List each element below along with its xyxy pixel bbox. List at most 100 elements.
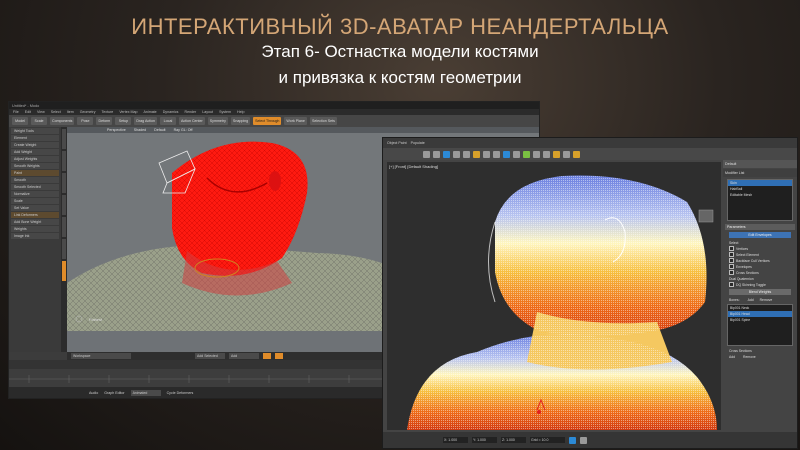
auto-key-icon[interactable] (569, 436, 576, 444)
smooth-selected-tool[interactable]: Smooth Selected (11, 184, 59, 190)
dq-skinning-checkbox[interactable] (729, 282, 734, 287)
snap-icon[interactable] (473, 150, 480, 158)
vertical-tab-1[interactable] (62, 129, 66, 149)
menu-view[interactable]: View (37, 110, 45, 114)
bones-list[interactable]: Bip001 Neck Bip001 Head Bip001 Spine (727, 304, 793, 346)
backface-checkbox[interactable] (729, 258, 734, 263)
dq-skinning-row[interactable]: DQ Skinning Toggle (729, 282, 791, 287)
ribbon-object-paint[interactable]: Object Paint (387, 141, 407, 145)
menu-layout[interactable]: Layout (202, 110, 213, 114)
schematic-icon[interactable] (543, 150, 550, 158)
work-plane-button[interactable]: Work Plane (284, 117, 307, 125)
z-coordinate-field[interactable]: Z: 1.000 (501, 437, 526, 443)
edit-envelopes-button[interactable]: Edit Envelopes (729, 232, 791, 238)
mirror-icon[interactable] (503, 150, 510, 158)
smooth-tool[interactable]: Smooth (11, 177, 59, 183)
scale-icon[interactable] (463, 150, 470, 158)
action-center-button[interactable]: Action Center (178, 117, 205, 125)
orange-toggle-1[interactable] (263, 353, 271, 359)
max-viewport[interactable]: [+] [Front] [Default Shading] (387, 162, 721, 430)
create-weight-tool[interactable]: Create Weight (11, 142, 59, 148)
vertices-row[interactable]: Vertices (729, 246, 791, 251)
drag-action-button[interactable]: Drag Action (134, 117, 157, 125)
vertical-tab-4[interactable] (62, 195, 66, 215)
vertices-checkbox[interactable] (729, 246, 734, 251)
menu-dynamics[interactable]: Dynamics (163, 110, 179, 114)
render-setup-icon[interactable] (563, 150, 570, 158)
vertical-tab-5[interactable] (62, 217, 66, 237)
move-icon[interactable] (443, 150, 450, 158)
select-element-row[interactable]: Select Element (729, 252, 791, 257)
vertical-tab-2[interactable] (62, 151, 66, 171)
ribbon-populate[interactable]: Populate (411, 141, 425, 145)
local-button[interactable]: Local (159, 117, 176, 125)
backface-row[interactable]: Backface Cull Vertices (729, 258, 791, 263)
menu-texture[interactable]: Texture (102, 110, 114, 114)
bone-item-spine[interactable]: Bip001 Spine (728, 317, 792, 323)
cs-add-button[interactable]: Add (729, 355, 735, 359)
setup-button[interactable]: Setup (115, 117, 132, 125)
cross-sections-row[interactable]: Cross Sections (729, 270, 791, 275)
menu-render[interactable]: Render (184, 110, 196, 114)
menu-geometry[interactable]: Geometry (80, 110, 96, 114)
remove-bone-button[interactable]: Remove (760, 298, 773, 302)
vertical-tab-weights[interactable] (62, 261, 66, 281)
viewport-style[interactable]: Default (154, 128, 165, 132)
select-through-button[interactable]: Select Through (253, 117, 282, 125)
envelopes-checkbox[interactable] (729, 264, 734, 269)
stack-item-editable-mesh[interactable]: Editable Mesh (728, 192, 792, 198)
modifier-list-dropdown[interactable]: Modifier List (723, 169, 797, 177)
pose-button[interactable]: Pose (77, 117, 94, 125)
model-button[interactable]: Model (12, 117, 28, 125)
modifier-stack[interactable]: Skin HairBall Editable Mesh (727, 179, 793, 221)
deform-button[interactable]: Deform (96, 117, 113, 125)
smooth-weights-tool[interactable]: Smooth Weights (11, 163, 59, 169)
adjust-weights-tool[interactable]: Adjust Weights (11, 156, 59, 162)
add-weight-tool[interactable]: Add Weight (11, 149, 59, 155)
element-tool[interactable]: Element (11, 135, 59, 141)
selection-sets-button[interactable]: Selection Sets (309, 117, 337, 125)
snapping-button[interactable]: Snapping (230, 117, 251, 125)
rotate-icon[interactable] (453, 150, 460, 158)
select-element-checkbox[interactable] (729, 252, 734, 257)
vertical-tab-6[interactable] (62, 239, 66, 259)
menu-system[interactable]: System (219, 110, 231, 114)
menu-item[interactable]: Item (67, 110, 74, 114)
set-value-tool[interactable]: Set Value (11, 205, 59, 211)
object-name-field[interactable]: Default (723, 160, 797, 168)
y-coordinate-field[interactable]: Y: 1.000 (472, 437, 497, 443)
select-icon[interactable] (423, 150, 430, 158)
viewport-shading[interactable]: Shaded (134, 128, 146, 132)
add-bone-weight-tool[interactable]: Add Bone Weight (11, 219, 59, 225)
angle-snap-icon[interactable] (483, 150, 490, 158)
set-key-icon[interactable] (580, 436, 587, 444)
layer-icon[interactable] (523, 150, 530, 158)
menu-animate[interactable]: Animate (144, 110, 157, 114)
x-coordinate-field[interactable]: X: 1.000 (443, 437, 468, 443)
envelopes-row[interactable]: Envelopes (729, 264, 791, 269)
symmetry-button[interactable]: Symmetry (207, 117, 228, 125)
parameters-rollout[interactable]: Parameters (725, 224, 795, 230)
cs-remove-button[interactable]: Remove (743, 355, 756, 359)
menu-help[interactable]: Help (237, 110, 244, 114)
menu-edit[interactable]: Edit (25, 110, 31, 114)
material-editor-icon[interactable] (553, 150, 560, 158)
image-ink-tool[interactable]: Image Ink (11, 233, 59, 239)
workspace-dropdown[interactable]: Workspace (71, 353, 131, 359)
viewport-label[interactable]: [+] [Front] [Default Shading] (389, 164, 438, 169)
percent-snap-icon[interactable] (493, 150, 500, 158)
align-icon[interactable] (513, 150, 520, 158)
curve-editor-icon[interactable] (533, 150, 540, 158)
add-bone-button[interactable]: Add (748, 298, 754, 302)
menu-vertex-map[interactable]: Vertex Map (119, 110, 137, 114)
blend-weights-button[interactable]: Blend Weights (729, 289, 791, 295)
add-field[interactable]: Add (229, 353, 259, 359)
scale-button[interactable]: Scale (31, 117, 47, 125)
cycle-deformers-button[interactable]: Cycle Deformers (167, 391, 194, 395)
animated-dropdown[interactable]: Animated (130, 389, 161, 396)
menu-file[interactable]: File (13, 110, 19, 114)
paint-tool[interactable]: Paint (11, 170, 59, 176)
viewport-view-mode[interactable]: Perspective (107, 128, 126, 132)
weights-tool[interactable]: Weights (11, 226, 59, 232)
menu-select[interactable]: Select (51, 110, 61, 114)
